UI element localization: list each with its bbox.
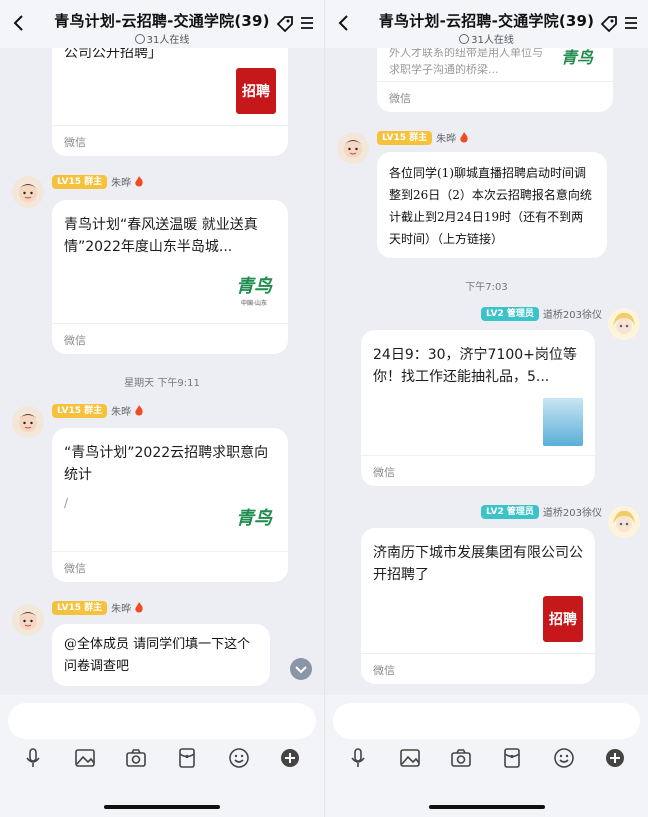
fire-icon <box>460 131 468 142</box>
avatar[interactable] <box>608 308 640 340</box>
card-footer: 微信 <box>52 551 288 582</box>
camera-icon[interactable] <box>450 747 472 769</box>
plus-icon[interactable] <box>604 747 626 769</box>
card-text: 青鸟计划“春风送温暖 就业送真情”2022年度山东半岛城... <box>64 217 258 255</box>
level-badge: LV15 群主 <box>52 403 108 418</box>
tag-icon[interactable] <box>600 15 618 33</box>
emoji-icon[interactable] <box>228 747 250 769</box>
right-chat-pane: 青鸟计划-云招聘-交通学院(39) 31人在线 外人才联系的纽带是用人单位与求职… <box>324 0 648 817</box>
sender-name: 道桥203徐仪 <box>542 310 602 321</box>
sender-name: 朱晔 <box>111 604 132 615</box>
sender-name: 朱晔 <box>436 134 457 145</box>
sender-meta: LV2 管理员 道桥203徐仪 <box>481 504 602 520</box>
fire-icon <box>135 175 143 186</box>
link-card[interactable]: 24日9：30，济宁7100+岗位等你！找工作还能抽礼品，5... 微信 <box>361 330 595 486</box>
chat-header: 青鸟计划-云招聘-交通学院(39) 31人在线 <box>325 0 648 48</box>
level-badge: LV2 管理员 <box>481 504 539 519</box>
back-icon[interactable] <box>335 14 353 32</box>
level-badge: LV2 管理员 <box>481 306 539 321</box>
left-chat-pane: 青鸟计划-云招聘-交通学院(39) 31人在线 公司公开招聘」 招聘 微信 LV… <box>0 0 324 817</box>
level-badge: LV15 群主 <box>52 174 108 189</box>
level-badge: LV15 群主 <box>52 600 108 615</box>
fire-icon <box>135 404 143 415</box>
card-subtitle: / <box>64 496 69 510</box>
image-icon[interactable] <box>399 747 421 769</box>
sender-meta: LV15 群主 朱晔 <box>52 403 144 419</box>
card-footer: 微信 <box>361 455 595 486</box>
card-text: “青鸟计划”2022云招聘求职意向统计 <box>64 445 269 483</box>
card-footer: 微信 <box>52 125 288 156</box>
sender-name: 道桥203徐仪 <box>542 508 602 519</box>
online-icon <box>134 34 145 44</box>
redpacket-icon[interactable] <box>176 747 198 769</box>
plus-icon[interactable] <box>279 747 301 769</box>
fire-icon <box>135 601 143 612</box>
scroll-down-button[interactable] <box>290 658 312 680</box>
avatar[interactable] <box>12 406 44 438</box>
menu-icon[interactable] <box>624 16 638 30</box>
card-footer: 微信 <box>52 323 288 354</box>
card-text: 济南历下城市发展集团有限公司公开招聘了 <box>373 545 583 583</box>
card-footer: 微信 <box>377 81 613 112</box>
card-text: 外人才联系的纽带是用人单位与求职学子沟通的桥梁... <box>389 46 543 76</box>
avatar[interactable] <box>12 604 44 636</box>
input-bar <box>325 695 648 817</box>
job-fair-poster <box>543 398 583 446</box>
online-icon <box>459 34 470 44</box>
link-card[interactable]: 青鸟计划“春风送温暖 就业送真情”2022年度山东半岛城... 青鸟 中国·山东 … <box>52 200 288 354</box>
back-icon[interactable] <box>10 14 28 32</box>
chat-header: 青鸟计划-云招聘-交通学院(39) 31人在线 <box>0 0 324 48</box>
sender-meta: LV15 群主 朱晔 <box>52 174 144 190</box>
menu-icon[interactable] <box>300 16 314 30</box>
message-bubble[interactable]: @全体成员 请同学们填一下这个问卷调查吧 <box>52 624 270 686</box>
online-count: 31人在线 <box>0 31 324 46</box>
sender-meta: LV15 群主 朱晔 <box>377 130 469 146</box>
tag-icon[interactable] <box>276 15 294 33</box>
card-text: 24日9：30，济宁7100+岗位等你！找工作还能抽礼品，5... <box>373 347 577 385</box>
online-count: 31人在线 <box>325 31 648 46</box>
timestamp: 星期天 下午9:11 <box>124 378 200 389</box>
chat-title: 青鸟计划-云招聘-交通学院(39) <box>54 12 270 30</box>
image-icon[interactable] <box>74 747 96 769</box>
qingniao-logo: 青鸟 中国·山东 <box>236 276 272 307</box>
chat-title: 青鸟计划-云招聘-交通学院(39) <box>378 12 595 30</box>
avatar[interactable] <box>608 506 640 538</box>
home-indicator <box>429 805 545 809</box>
input-bar <box>0 695 324 817</box>
avatar[interactable] <box>12 176 44 208</box>
mic-icon[interactable] <box>22 747 44 769</box>
redpacket-icon[interactable] <box>501 747 523 769</box>
recruit-logo: 招聘 <box>236 68 276 114</box>
sender-meta: LV15 群主 朱晔 <box>52 600 144 616</box>
sender-name: 朱晔 <box>111 407 132 418</box>
camera-icon[interactable] <box>125 747 147 769</box>
mic-icon[interactable] <box>347 747 369 769</box>
message-input[interactable] <box>333 703 640 739</box>
emoji-icon[interactable] <box>553 747 575 769</box>
link-card[interactable]: “青鸟计划”2022云招聘求职意向统计 / 青鸟 微信 <box>52 428 288 582</box>
chevron-down-icon <box>295 666 307 674</box>
home-indicator <box>104 805 220 809</box>
message-input[interactable] <box>8 703 316 739</box>
avatar[interactable] <box>337 132 369 164</box>
link-card[interactable]: 济南历下城市发展集团有限公司公开招聘了 招聘 微信 <box>361 528 595 684</box>
message-bubble[interactable]: 各位同学(1)聊城直播招聘启动时间调整到26日（2）本次云招聘报名意向统计截止到… <box>377 152 607 258</box>
sender-meta: LV2 管理员 道桥203徐仪 <box>481 306 602 322</box>
sender-name: 朱晔 <box>111 178 132 189</box>
level-badge: LV15 群主 <box>377 130 433 145</box>
card-footer: 微信 <box>361 653 595 684</box>
qingniao-logo: 青鸟 <box>236 508 272 529</box>
timestamp: 下午7:03 <box>465 282 508 293</box>
recruit-logo: 招聘 <box>543 596 583 642</box>
